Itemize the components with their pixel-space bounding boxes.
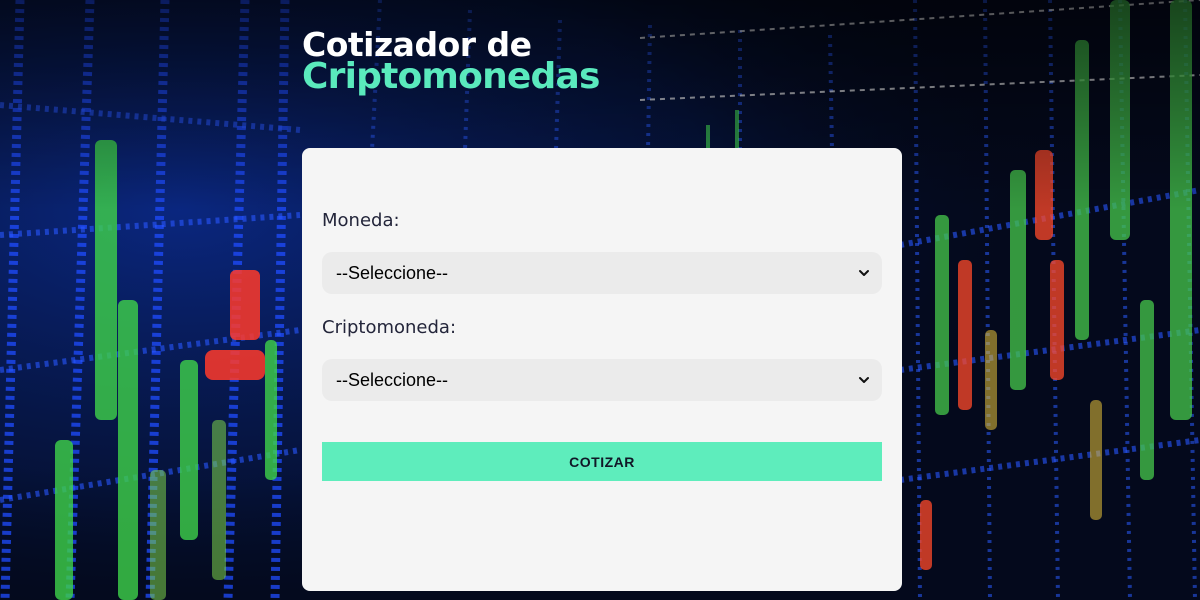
currency-label: Moneda: [322,210,400,231]
currency-select[interactable]: --Seleccione-- [322,252,882,294]
cotizar-button[interactable]: COTIZAR [322,442,882,481]
crypto-select-value: --Seleccione-- [336,369,449,390]
page-title: Cotizador de Criptomonedas [302,28,600,95]
currency-select-value: --Seleccione-- [336,262,449,283]
chevron-down-icon [858,267,870,279]
title-line-2-accent: Criptomonedas [302,56,600,97]
crypto-select[interactable]: --Seleccione-- [322,359,882,401]
crypto-label: Criptomoneda: [322,317,457,338]
page: Cotizador de Criptomonedas Moneda: --Sel… [0,0,1200,600]
chevron-down-icon [858,374,870,386]
form-card: Moneda: --Seleccione-- Criptomoneda: --S… [302,148,902,591]
